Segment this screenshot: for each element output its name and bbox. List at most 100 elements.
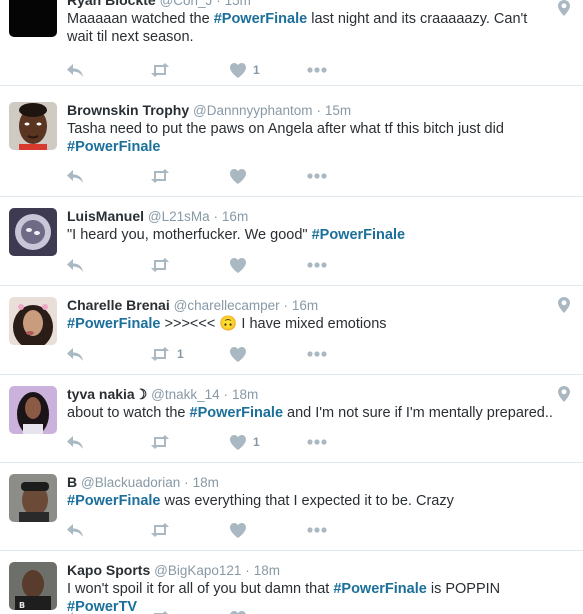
more-button[interactable] bbox=[307, 168, 327, 184]
hashtag-link[interactable]: #PowerFinale bbox=[67, 493, 160, 509]
timestamp[interactable]: 18m bbox=[193, 475, 219, 490]
like-button[interactable] bbox=[230, 168, 253, 184]
avatar[interactable] bbox=[9, 386, 57, 434]
retweet-button[interactable] bbox=[150, 610, 177, 614]
like-button[interactable] bbox=[230, 257, 253, 273]
tweet-text: about to watch the #PowerFinale and I'm … bbox=[67, 404, 553, 422]
user-name[interactable]: Ryan Blockte bbox=[67, 0, 156, 8]
user-photo: B bbox=[9, 562, 57, 610]
retweet-button[interactable] bbox=[150, 522, 177, 538]
reply-button[interactable] bbox=[67, 522, 83, 538]
user-name[interactable]: Kapo Sports bbox=[67, 562, 150, 578]
more-button[interactable] bbox=[307, 346, 327, 362]
hashtag-link[interactable]: #PowerFinale bbox=[312, 227, 405, 243]
retweet-button[interactable] bbox=[150, 168, 177, 184]
heart-icon bbox=[230, 257, 246, 273]
hashtag-link[interactable]: #PowerFinale bbox=[214, 11, 307, 27]
tweet[interactable]: LuisManuel @L21sMa · 16m "I heard you, m… bbox=[0, 197, 583, 286]
avatar[interactable]: B bbox=[9, 562, 57, 610]
tweet[interactable]: Ryan Blockte @Cori_J · 15m Maaaaan watch… bbox=[0, 0, 583, 86]
more-icon bbox=[307, 173, 327, 179]
location-pin-icon[interactable] bbox=[558, 386, 570, 402]
tweet-text: "I heard you, motherfucker. We good" #Po… bbox=[67, 226, 553, 244]
avatar[interactable] bbox=[9, 208, 57, 256]
timestamp[interactable]: 15m bbox=[225, 0, 251, 8]
more-button[interactable] bbox=[307, 62, 327, 78]
user-handle[interactable]: @BigKapo121 bbox=[154, 563, 241, 578]
reply-icon bbox=[67, 63, 83, 77]
reply-icon bbox=[67, 435, 83, 449]
reply-button[interactable] bbox=[67, 168, 83, 184]
avatar[interactable] bbox=[9, 297, 57, 345]
user-handle[interactable]: @Blackuadorian bbox=[81, 475, 180, 490]
hashtag-link[interactable]: #PowerFinale bbox=[67, 139, 160, 155]
tweet[interactable]: B Kapo Sports @BigKapo121 · 18m I won't … bbox=[0, 551, 583, 614]
user-handle[interactable]: @Dannnyyphantom bbox=[193, 103, 313, 118]
tweet[interactable]: Charelle Brenai @charellecamper · 16m #P… bbox=[0, 286, 583, 375]
separator: · bbox=[283, 298, 289, 313]
user-name[interactable]: tyva nakia☽ bbox=[67, 386, 147, 402]
heart-icon bbox=[230, 62, 246, 78]
tweet[interactable]: Brownskin Trophy @Dannnyyphantom · 15m T… bbox=[0, 86, 583, 197]
user-photo bbox=[9, 208, 57, 256]
text-segment: about to watch the bbox=[67, 405, 190, 421]
like-button[interactable]: 1 bbox=[230, 434, 260, 450]
retweet-count: 1 bbox=[177, 347, 184, 361]
user-name[interactable]: Charelle Brenai bbox=[67, 297, 170, 313]
retweet-button[interactable] bbox=[150, 62, 177, 78]
user-name[interactable]: LuisManuel bbox=[67, 208, 144, 224]
tweet-text: I won't spoil it for all of you but damn… bbox=[67, 580, 553, 614]
separator: · bbox=[184, 475, 189, 490]
tweet-text: #PowerFinale >>><<< 🙃 I have mixed emoti… bbox=[67, 315, 553, 333]
separator: · bbox=[316, 103, 321, 118]
more-button[interactable] bbox=[307, 434, 327, 450]
user-name[interactable]: Brownskin Trophy bbox=[67, 102, 189, 118]
heart-icon bbox=[230, 610, 246, 614]
user-handle[interactable]: @Cori_J bbox=[160, 0, 213, 8]
retweet-button[interactable] bbox=[150, 257, 177, 273]
heart-icon bbox=[230, 346, 246, 362]
timestamp[interactable]: 15m bbox=[325, 103, 351, 118]
text-segment: "I heard you, motherfucker. We good" bbox=[67, 227, 312, 243]
tweet[interactable]: B @Blackuadorian · 18m #PowerFinale was … bbox=[0, 463, 583, 551]
more-button[interactable] bbox=[307, 257, 327, 273]
location-pin-icon[interactable] bbox=[558, 297, 570, 313]
user-handle[interactable]: @tnakk_14 bbox=[151, 387, 220, 402]
separator: · bbox=[216, 0, 221, 8]
reply-button[interactable] bbox=[67, 610, 83, 614]
user-name[interactable]: B bbox=[67, 474, 77, 490]
timestamp[interactable]: 16m bbox=[292, 298, 318, 313]
tweet-text: Maaaaan watched the #PowerFinale last ni… bbox=[67, 10, 553, 46]
more-button[interactable] bbox=[307, 522, 327, 538]
retweet-icon bbox=[151, 63, 169, 77]
more-button[interactable] bbox=[307, 610, 327, 614]
user-handle[interactable]: @L21sMa bbox=[148, 209, 210, 224]
timestamp[interactable]: 16m bbox=[222, 209, 248, 224]
retweet-button[interactable]: 1 bbox=[150, 346, 184, 362]
user-handle[interactable]: @charellecamper bbox=[174, 298, 280, 313]
like-button[interactable] bbox=[230, 610, 253, 614]
like-button[interactable] bbox=[230, 522, 253, 538]
tweet[interactable]: tyva nakia☽ @tnakk_14 · 18m about to wat… bbox=[0, 375, 583, 463]
heart-icon bbox=[230, 168, 246, 184]
avatar[interactable] bbox=[9, 474, 57, 522]
retweet-button[interactable] bbox=[150, 434, 177, 450]
more-icon bbox=[307, 527, 327, 533]
hashtag-link[interactable]: #PowerFinale bbox=[333, 581, 426, 597]
hashtag-link[interactable]: #PowerFinale bbox=[67, 316, 160, 332]
hashtag-link[interactable]: #PowerFinale bbox=[190, 405, 283, 421]
timestamp[interactable]: 18m bbox=[254, 563, 280, 578]
avatar[interactable] bbox=[9, 102, 57, 150]
reply-button[interactable] bbox=[67, 434, 83, 450]
reply-button[interactable] bbox=[67, 62, 83, 78]
reply-icon bbox=[67, 523, 83, 537]
reply-button[interactable] bbox=[67, 346, 83, 362]
timestamp[interactable]: 18m bbox=[232, 387, 258, 402]
reply-button[interactable] bbox=[67, 257, 83, 273]
tweet-text: #PowerFinale was everything that I expec… bbox=[67, 492, 553, 510]
like-button[interactable]: 1 bbox=[230, 62, 260, 78]
like-button[interactable] bbox=[230, 346, 253, 362]
location-pin-icon[interactable] bbox=[558, 0, 570, 16]
avatar[interactable] bbox=[9, 0, 57, 37]
retweet-icon bbox=[151, 347, 169, 361]
